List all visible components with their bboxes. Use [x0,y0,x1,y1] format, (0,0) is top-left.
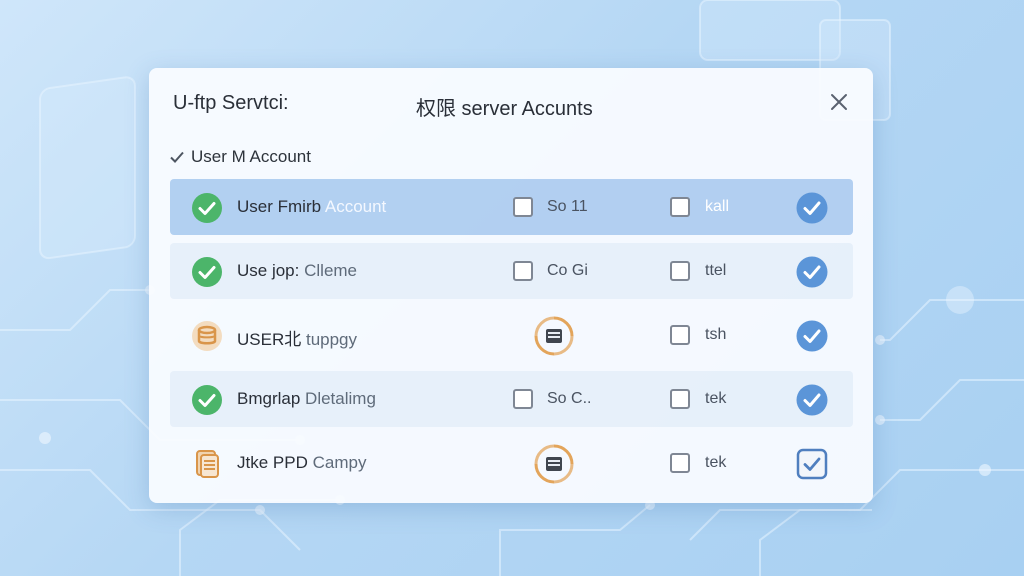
user-account-section-toggle[interactable]: User M Account [169,146,311,168]
server-accounts-dialog: U-ftp Servtci: 权限 server Accunts User M … [149,68,873,503]
server-sync-icon[interactable] [534,444,574,484]
check-circle-icon [192,257,222,287]
account-row-1[interactable]: Use jop: Clleme Co Gi ttel [170,243,853,299]
section-label: User M Account [191,147,311,166]
permission-label-1: Co Gi [547,262,588,279]
permission-label-2: kall [705,198,730,215]
close-icon [831,94,847,110]
document-stack-icon [196,450,219,478]
dialog-subtitle: 权限 server Accunts [416,98,593,120]
permission-checkbox-2[interactable] [670,453,690,473]
permission-label-2: tek [705,390,727,407]
account-name: Jtke PPD Campy [237,453,367,472]
account-name: Use jop: Clleme [237,261,358,280]
permission-checkbox-1[interactable] [513,389,533,409]
check-badge-icon[interactable] [795,383,829,417]
check-badge-icon[interactable] [795,319,829,353]
permission-checkbox-2[interactable] [670,325,690,345]
database-warning-icon [192,321,222,351]
permission-checkbox-2[interactable] [670,197,690,217]
account-row-4[interactable]: Jtke PPD Campy tek [170,435,853,491]
permission-label-2: tek [705,454,727,471]
check-badge-icon[interactable] [795,191,829,225]
server-sync-icon[interactable] [534,316,574,356]
account-name: Bmgrlap Dletalimg [237,389,376,408]
dialog-title: U-ftp Servtci: [173,92,289,114]
permission-checkbox-2[interactable] [670,261,690,281]
permission-checkbox-1[interactable] [513,261,533,281]
permission-checkbox-1[interactable] [513,197,533,217]
permission-label-1: So C.. [547,390,592,407]
check-circle-icon [192,193,222,223]
check-square-icon[interactable] [795,447,829,481]
account-name: USER北 tuppgy [237,330,358,349]
account-row-3[interactable]: Bmgrlap Dletalimg So C.. tek [170,371,853,427]
account-name: User Fmirb Account [237,197,387,216]
account-row-2[interactable]: USER北 tuppgy tsh [170,307,853,363]
close-button[interactable] [825,88,853,116]
permission-label-2: tsh [705,326,727,343]
permission-checkbox-2[interactable] [670,389,690,409]
account-row-0[interactable]: User Fmirb Account So 11 kall [170,179,853,235]
permission-label-2: ttel [705,262,727,279]
permission-label-1: So 11 [547,198,588,215]
checkmark-icon [170,151,184,163]
check-circle-icon [192,385,222,415]
check-badge-icon[interactable] [795,255,829,289]
